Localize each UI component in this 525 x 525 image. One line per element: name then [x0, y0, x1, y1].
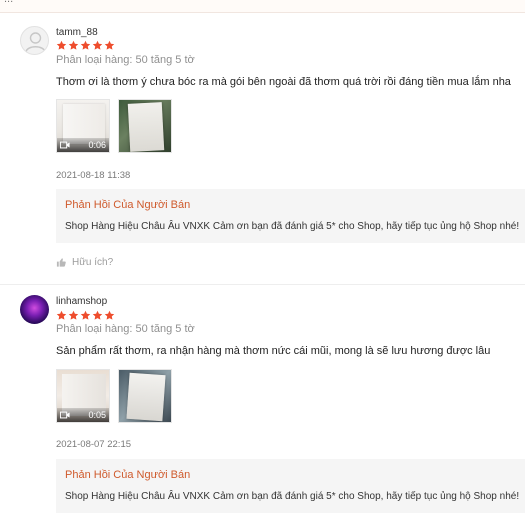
- star-icon: [80, 310, 91, 320]
- seller-reply: Phản Hồi Của Người Bán Shop Hàng Hiệu Ch…: [56, 459, 525, 513]
- video-overlay: 0:05: [57, 408, 109, 422]
- star-icon: [92, 40, 103, 50]
- video-overlay: 0:06: [57, 138, 109, 152]
- seller-reply-title: Phản Hồi Của Người Bán: [65, 199, 191, 211]
- star-icon: [56, 40, 67, 50]
- review-video-thumbnail[interactable]: 0:05: [56, 369, 110, 423]
- seller-reply-text: Shop Hàng Hiệu Châu Âu VNXK Cảm ơn bạn đ…: [65, 491, 520, 502]
- rating-stars: [56, 40, 115, 51]
- seller-reply: Phản Hồi Của Người Bán Shop Hàng Hiệu Ch…: [56, 189, 525, 243]
- review-item: linhamshop Phân loại hàng: 50 tăng 5 tờ …: [0, 285, 525, 525]
- review-date: 2021-08-07 22:15: [56, 439, 132, 450]
- video-camera-icon: [60, 411, 70, 419]
- review-photo-thumbnail[interactable]: [118, 99, 172, 153]
- star-icon: [104, 40, 115, 50]
- thumbs-up-icon: [56, 258, 66, 267]
- video-camera-icon: [60, 141, 70, 149]
- reviewer-username[interactable]: linhamshop: [56, 296, 107, 307]
- helpful-label: Hữu ích?: [72, 257, 114, 268]
- review-media: 0:05: [56, 369, 172, 423]
- star-icon: [80, 40, 91, 50]
- helpful-button[interactable]: Hữu ích?: [56, 257, 113, 268]
- rating-stars: [56, 310, 115, 321]
- product-variant: Phân loại hàng: 50 tăng 5 tờ: [56, 54, 195, 66]
- review-text: Sản phẩm rất thơm, ra nhận hàng mà thơm …: [56, 345, 491, 357]
- avatar[interactable]: [20, 26, 49, 55]
- star-icon: [92, 310, 103, 320]
- review-date: 2021-08-18 11:38: [56, 170, 131, 181]
- star-icon: [56, 310, 67, 320]
- video-duration: 0:06: [88, 140, 106, 150]
- truncated-context-text: ...: [4, 0, 13, 5]
- review-photo-thumbnail[interactable]: [118, 369, 172, 423]
- seller-reply-title: Phản Hồi Của Người Bán: [65, 469, 191, 481]
- star-icon: [68, 40, 79, 50]
- avatar[interactable]: [20, 295, 49, 324]
- star-icon: [104, 310, 115, 320]
- product-variant: Phân loại hàng: 50 tăng 5 tờ: [56, 323, 195, 335]
- star-icon: [68, 310, 79, 320]
- review-video-thumbnail[interactable]: 0:06: [56, 99, 110, 153]
- review-media: 0:06: [56, 99, 172, 153]
- reviewer-username[interactable]: tamm_88: [56, 27, 98, 38]
- review-item: tamm_88 Phân loại hàng: 50 tăng 5 tờ Thơ…: [0, 12, 525, 285]
- seller-reply-text: Shop Hàng Hiệu Châu Âu VNXK Cảm ơn bạn đ…: [65, 221, 520, 232]
- user-icon: [25, 32, 46, 53]
- video-duration: 0:05: [88, 410, 106, 420]
- review-text: Thơm ơi là thơm ý chưa bóc ra mà gói bên…: [56, 76, 511, 88]
